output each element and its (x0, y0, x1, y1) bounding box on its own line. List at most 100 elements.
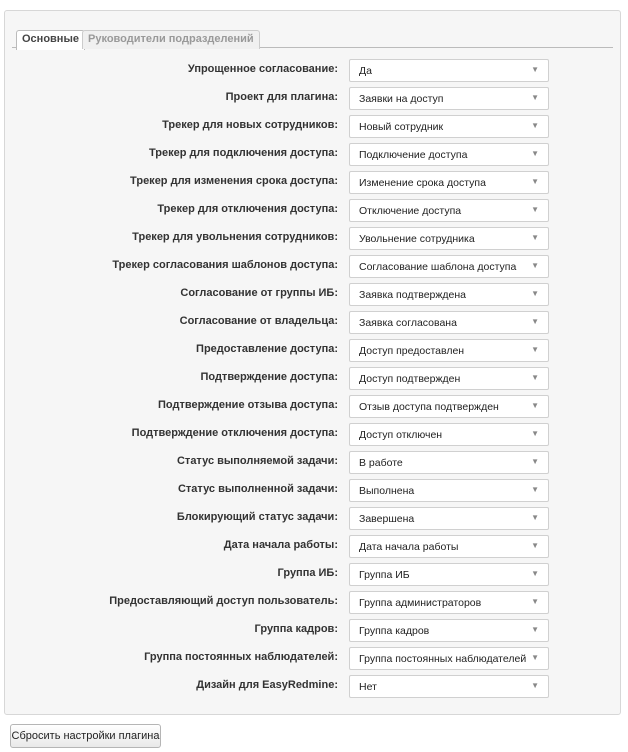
setting-row: Статус выполняемой задачи: В работе ▼ (5, 448, 620, 476)
setting-label: Статус выполненной задачи: (177, 483, 338, 495)
setting-label: Подтверждение отключения доступа: (131, 427, 338, 439)
chevron-down-icon[interactable]: ▼ (531, 289, 539, 298)
setting-select[interactable]: Изменение срока доступа ▼ (349, 171, 549, 194)
tabs-bar: Основные Руководители подразделений (12, 20, 613, 50)
setting-select[interactable]: Нет ▼ (349, 675, 549, 698)
setting-label: Группа постоянных наблюдателей: (144, 651, 338, 663)
setting-select-value: Изменение срока доступа (359, 177, 486, 189)
chevron-down-icon[interactable]: ▼ (531, 317, 539, 326)
setting-label: Трекер согласования шаблонов доступа: (112, 259, 338, 271)
tab-department-heads[interactable]: Руководители подразделений (82, 30, 260, 49)
setting-row: Трекер для отключения доступа: Отключение… (5, 196, 620, 224)
setting-row: Дизайн для EasyRedmine: Нет ▼ (5, 672, 620, 700)
setting-select[interactable]: Новый сотрудник ▼ (349, 115, 549, 138)
chevron-down-icon[interactable]: ▼ (531, 261, 539, 270)
setting-select-value: Доступ предоставлен (359, 345, 465, 357)
chevron-down-icon[interactable]: ▼ (531, 233, 539, 242)
chevron-down-icon[interactable]: ▼ (531, 569, 539, 578)
setting-label: Трекер для изменения срока доступа: (130, 175, 338, 187)
setting-row: Группа ИБ: Группа ИБ ▼ (5, 560, 620, 588)
setting-select-value: Отзыв доступа подтвержден (359, 401, 499, 413)
setting-select[interactable]: Заявка подтверждена ▼ (349, 283, 549, 306)
chevron-down-icon[interactable]: ▼ (531, 205, 539, 214)
setting-select-value: Увольнение сотрудника (359, 233, 475, 245)
setting-select-value: Новый сотрудник (359, 121, 444, 133)
setting-select[interactable]: Выполнена ▼ (349, 479, 549, 502)
chevron-down-icon[interactable]: ▼ (531, 345, 539, 354)
reset-plugin-settings-button[interactable]: Сбросить настройки плагина (10, 724, 161, 748)
setting-label: Согласование от владельца: (179, 315, 338, 327)
setting-select[interactable]: Доступ подтвержден ▼ (349, 367, 549, 390)
chevron-down-icon[interactable]: ▼ (531, 653, 539, 662)
setting-row: Подтверждение отзыва доступа: Отзыв досту… (5, 392, 620, 420)
chevron-down-icon[interactable]: ▼ (531, 177, 539, 186)
chevron-down-icon[interactable]: ▼ (531, 121, 539, 130)
setting-row: Согласование от группы ИБ: Заявка подтвер… (5, 280, 620, 308)
chevron-down-icon[interactable]: ▼ (531, 625, 539, 634)
setting-select[interactable]: Группа кадров ▼ (349, 619, 549, 642)
setting-select-value: Подключение доступа (359, 149, 468, 161)
setting-label: Предоставление доступа: (196, 343, 338, 355)
setting-select[interactable]: Заявка согласована ▼ (349, 311, 549, 334)
setting-label: Группа кадров: (254, 623, 338, 635)
chevron-down-icon[interactable]: ▼ (531, 513, 539, 522)
setting-row: Трекер для увольнения сотрудников: Увольн… (5, 224, 620, 252)
setting-select-value: Да (359, 65, 372, 77)
setting-row: Статус выполненной задачи: Выполнена ▼ (5, 476, 620, 504)
setting-select[interactable]: Доступ отключен ▼ (349, 423, 549, 446)
settings-panel: Основные Руководители подразделений Упро… (4, 10, 621, 715)
tab-main[interactable]: Основные (16, 30, 85, 50)
setting-row: Подтверждение отключения доступа: Доступ … (5, 420, 620, 448)
chevron-down-icon[interactable]: ▼ (531, 65, 539, 74)
setting-select[interactable]: Завершена ▼ (349, 507, 549, 530)
setting-select[interactable]: Доступ предоставлен ▼ (349, 339, 549, 362)
setting-select[interactable]: В работе ▼ (349, 451, 549, 474)
setting-row: Трекер для изменения срока доступа: Измен… (5, 168, 620, 196)
chevron-down-icon[interactable]: ▼ (531, 485, 539, 494)
setting-label: Дата начала работы: (223, 539, 338, 551)
setting-label: Подтверждение отзыва доступа: (157, 399, 338, 411)
chevron-down-icon[interactable]: ▼ (531, 93, 539, 102)
chevron-down-icon[interactable]: ▼ (531, 597, 539, 606)
setting-label: Трекер для увольнения сотрудников: (132, 231, 338, 243)
setting-select[interactable]: Да ▼ (349, 59, 549, 82)
setting-row: Блокирующий статус задачи: Завершена ▼ (5, 504, 620, 532)
setting-select-value: Согласование шаблона доступа (359, 261, 517, 273)
chevron-down-icon[interactable]: ▼ (531, 681, 539, 690)
setting-row: Согласование от владельца: Заявка согласо… (5, 308, 620, 336)
chevron-down-icon[interactable]: ▼ (531, 429, 539, 438)
setting-select[interactable]: Дата начала работы ▼ (349, 535, 549, 558)
setting-select-value: Завершена (359, 513, 415, 525)
setting-select[interactable]: Увольнение сотрудника ▼ (349, 227, 549, 250)
chevron-down-icon[interactable]: ▼ (531, 457, 539, 466)
setting-select[interactable]: Согласование шаблона доступа ▼ (349, 255, 549, 278)
setting-select[interactable]: Отзыв доступа подтвержден ▼ (349, 395, 549, 418)
setting-row: Подтверждение доступа: Доступ подтвержден… (5, 364, 620, 392)
setting-label: Согласование от группы ИБ: (180, 287, 338, 299)
setting-select-value: Нет (359, 681, 377, 693)
setting-row: Группа постоянных наблюдателей: Группа по… (5, 644, 620, 672)
setting-row: Упрощенное согласование: Да ▼ (5, 56, 620, 84)
setting-select-value: Группа кадров (359, 625, 430, 637)
setting-select[interactable]: Группа администраторов ▼ (349, 591, 549, 614)
setting-row: Проект для плагина: Заявки на доступ ▼ (5, 84, 620, 112)
setting-row: Трекер для новых сотрудников: Новый сотру… (5, 112, 620, 140)
chevron-down-icon[interactable]: ▼ (531, 401, 539, 410)
setting-select[interactable]: Подключение доступа ▼ (349, 143, 549, 166)
setting-row: Предоставляющий доступ пользователь: Груп… (5, 588, 620, 616)
setting-select-value: В работе (359, 457, 403, 469)
chevron-down-icon[interactable]: ▼ (531, 149, 539, 158)
chevron-down-icon[interactable]: ▼ (531, 373, 539, 382)
setting-label: Трекер для подключения доступа: (148, 147, 338, 159)
setting-select[interactable]: Отключение доступа ▼ (349, 199, 549, 222)
setting-select[interactable]: Группа ИБ ▼ (349, 563, 549, 586)
chevron-down-icon[interactable]: ▼ (531, 541, 539, 550)
setting-select-value: Группа администраторов (359, 597, 482, 609)
setting-select[interactable]: Группа постоянных наблюдателей ▼ (349, 647, 549, 670)
setting-label: Трекер для новых сотрудников: (162, 119, 338, 131)
setting-select[interactable]: Заявки на доступ ▼ (349, 87, 549, 110)
setting-label: Трекер для отключения доступа: (157, 203, 338, 215)
setting-row: Дата начала работы: Дата начала работы ▼ (5, 532, 620, 560)
setting-label: Проект для плагина: (225, 91, 338, 103)
setting-row: Трекер согласования шаблонов доступа: Сог… (5, 252, 620, 280)
